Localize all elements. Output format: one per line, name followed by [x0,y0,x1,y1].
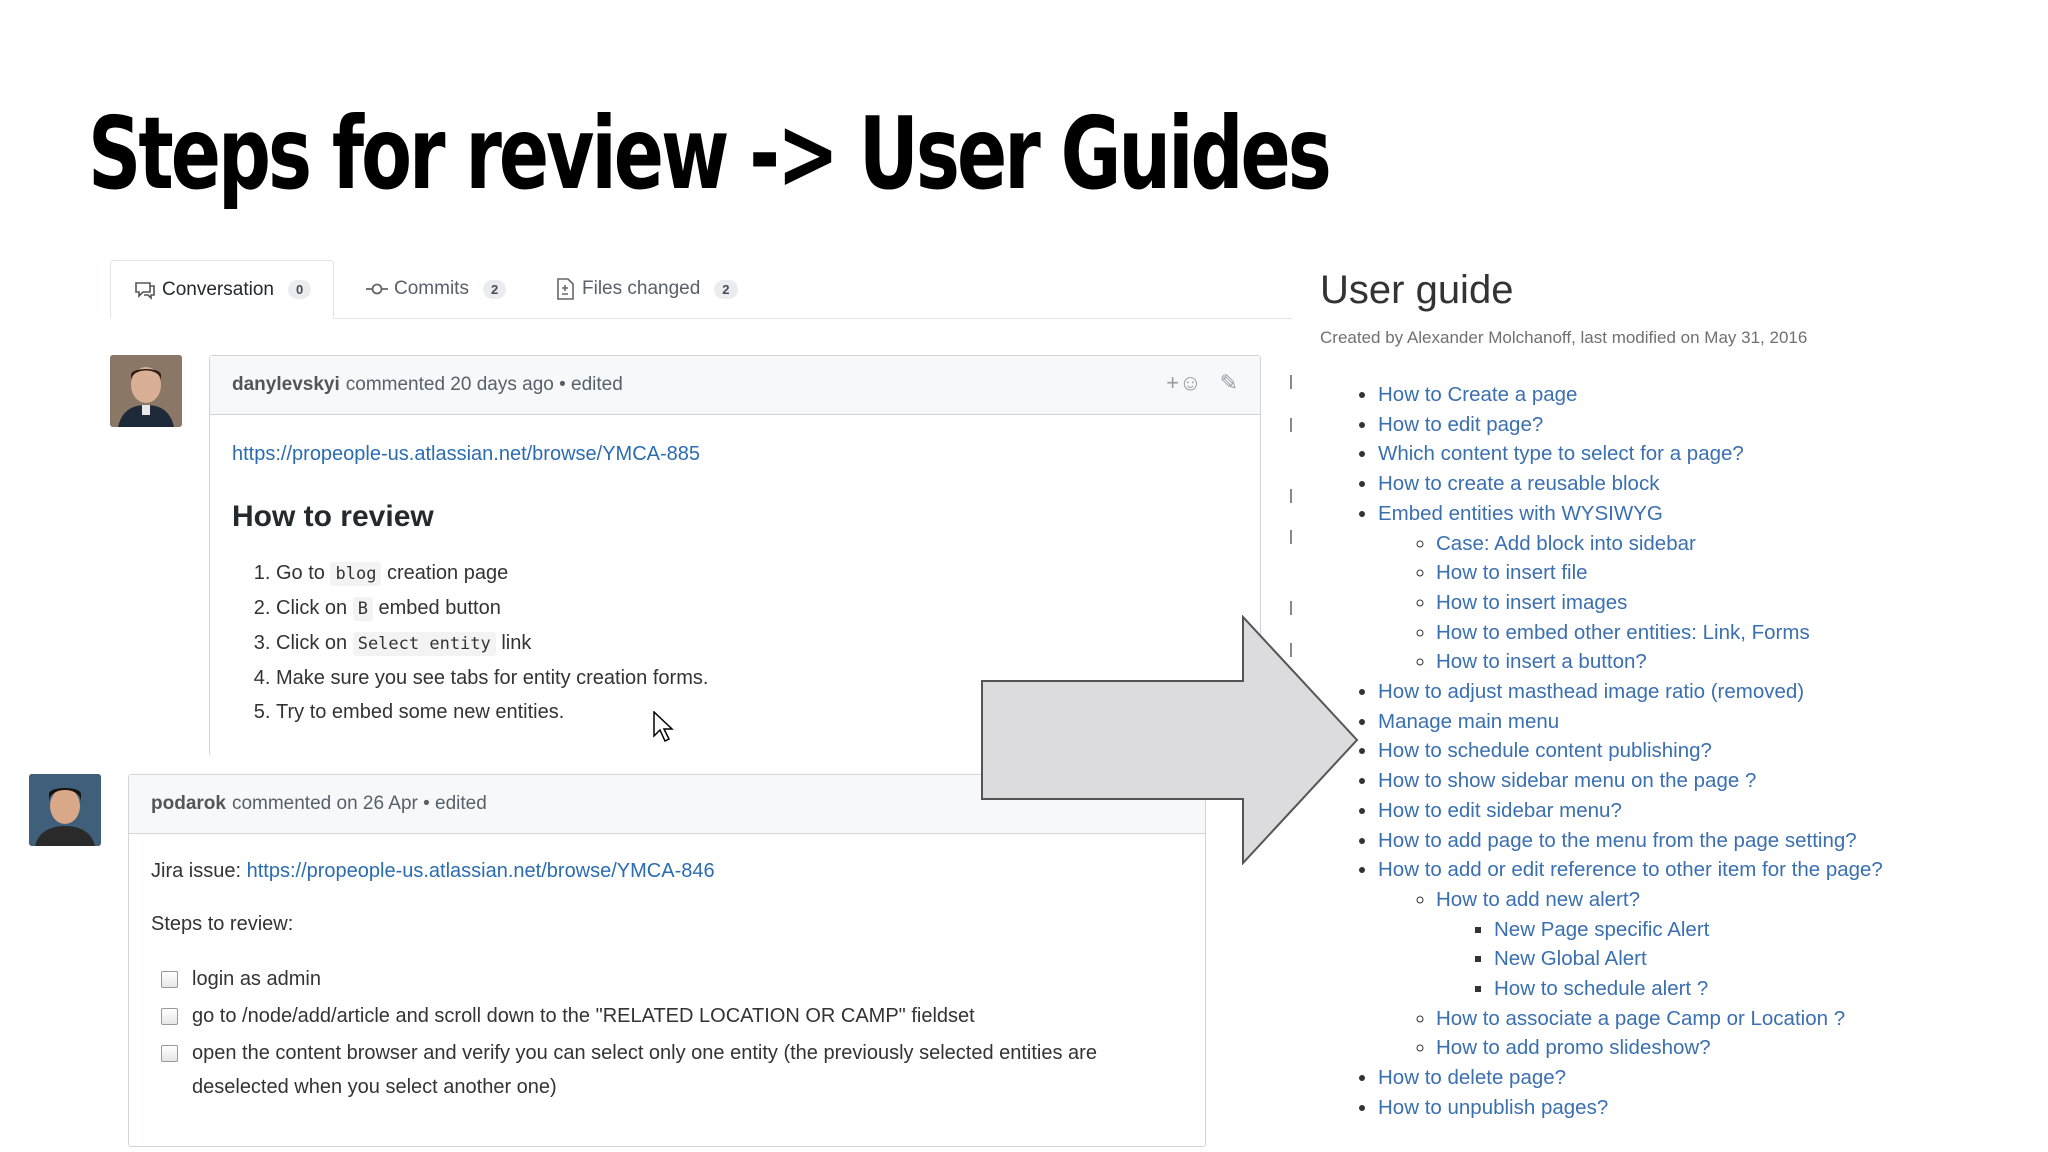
guide-link[interactable]: How to adjust masthead image ratio (remo… [1378,677,1883,707]
comment-author[interactable]: podarok [151,793,226,815]
guide-link[interactable]: Manage main menu [1378,707,1883,737]
inline-code: Select entity [352,632,496,656]
issue-link[interactable]: https://propeople-us.atlassian.net/brows… [232,443,700,465]
tab-conversation[interactable]: Conversation 0 [110,260,335,319]
comment-header: danylevskyi commented 20 days ago • edit… [210,356,1260,415]
tab-conversation-count: 0 [287,280,312,299]
guide-link[interactable]: How to add promo slideshow? [1436,1033,1883,1063]
task-item: open the content browser and verify you … [151,1036,1183,1104]
guide-link[interactable]: Case: Add block into sidebar [1436,529,1883,559]
guide-link[interactable]: How to delete page? [1378,1063,1883,1093]
guide-link[interactable]: How to show sidebar menu on the page ? [1378,766,1883,796]
guide-link[interactable]: How to insert file [1436,558,1883,588]
task-checkbox[interactable] [161,1008,178,1025]
user-guide-meta: Created by Alexander Molchanoff, last mo… [1320,328,1808,347]
avatar-podarok[interactable] [29,774,101,846]
guide-link[interactable]: How to add new alert? [1436,888,1640,911]
inline-code: B [352,597,373,621]
slide-title: Steps for review -> User Guides [88,95,1332,212]
tab-conversation-label: Conversation [162,278,274,300]
guide-link[interactable]: How to edit sidebar menu? [1378,796,1883,826]
task-item: go to /node/add/article and scroll down … [151,999,1183,1033]
guide-link[interactable]: Which content type to select for a page? [1378,439,1883,469]
guide-link[interactable]: How to unpublish pages? [1378,1093,1883,1123]
guide-link-group: Embed entities with WYSIWYG Case: Add bl… [1378,499,1883,677]
jira-issue-link[interactable]: https://propeople-us.atlassian.net/brows… [247,860,715,882]
commit-icon [365,278,389,300]
tab-commits-label: Commits [394,278,469,299]
tab-files-changed[interactable]: Files changed 2 [553,260,738,318]
task-checkbox[interactable] [161,1045,178,1062]
speech-bubble-icon [133,279,157,301]
guide-link[interactable]: How to schedule content publishing? [1378,736,1883,766]
user-guide-title: User guide [1320,268,1514,312]
avatar-danylevskyi[interactable] [110,355,182,427]
review-step: Go to blog creation page [276,556,1238,591]
steps-to-review-label: Steps to review: [151,913,294,935]
inline-code: blog [330,562,382,586]
task-checkbox[interactable] [161,971,178,988]
mouse-cursor-icon [653,711,674,743]
tab-files-changed-label: Files changed [582,278,701,299]
file-diff-icon [553,278,577,300]
guide-link[interactable]: How to embed other entities: Link, Forms [1436,618,1883,648]
guide-link[interactable]: How to insert a button? [1436,647,1883,677]
guide-link[interactable]: New Global Alert [1494,944,1883,974]
guide-link[interactable]: How to associate a page Camp or Location… [1436,1004,1883,1034]
tab-commits-count: 2 [482,279,507,299]
tab-files-changed-count: 2 [714,279,738,299]
add-reaction-icon[interactable]: +☺ [1166,370,1201,396]
review-heading: How to review [232,500,434,533]
guide-link-group: How to add or edit reference to other it… [1378,855,1883,1063]
guide-link[interactable]: How to Create a page [1378,380,1883,410]
task-item: login as admin [151,962,1183,996]
pr-tab-bar: Conversation 0 Commits 2 Files changed 2 [110,260,1292,319]
guide-link[interactable]: How to add or edit reference to other it… [1378,858,1883,881]
comment-meta: commented on 26 Apr • edited [231,793,487,814]
guide-link[interactable]: New Page specific Alert [1494,915,1883,945]
right-arrow-icon [981,615,1359,865]
tab-commits[interactable]: Commits 2 [365,260,507,318]
pencil-icon[interactable]: ✎ [1220,370,1238,396]
guide-link[interactable]: How to add page to the menu from the pag… [1378,826,1883,856]
guide-link-group: How to add new alert? New Page specific … [1436,885,1883,1004]
guide-link[interactable]: How to edit page? [1378,410,1883,440]
comment-author[interactable]: danylevskyi [232,374,340,396]
guide-link[interactable]: How to create a reusable block [1378,469,1883,499]
guide-link[interactable]: Embed entities with WYSIWYG [1378,502,1663,525]
user-guide-list: How to Create a page How to edit page? W… [1340,380,1883,1123]
guide-link[interactable]: How to insert images [1436,588,1883,618]
comment-meta: commented 20 days ago • edited [345,374,623,395]
guide-link[interactable]: How to schedule alert ? [1494,974,1883,1004]
